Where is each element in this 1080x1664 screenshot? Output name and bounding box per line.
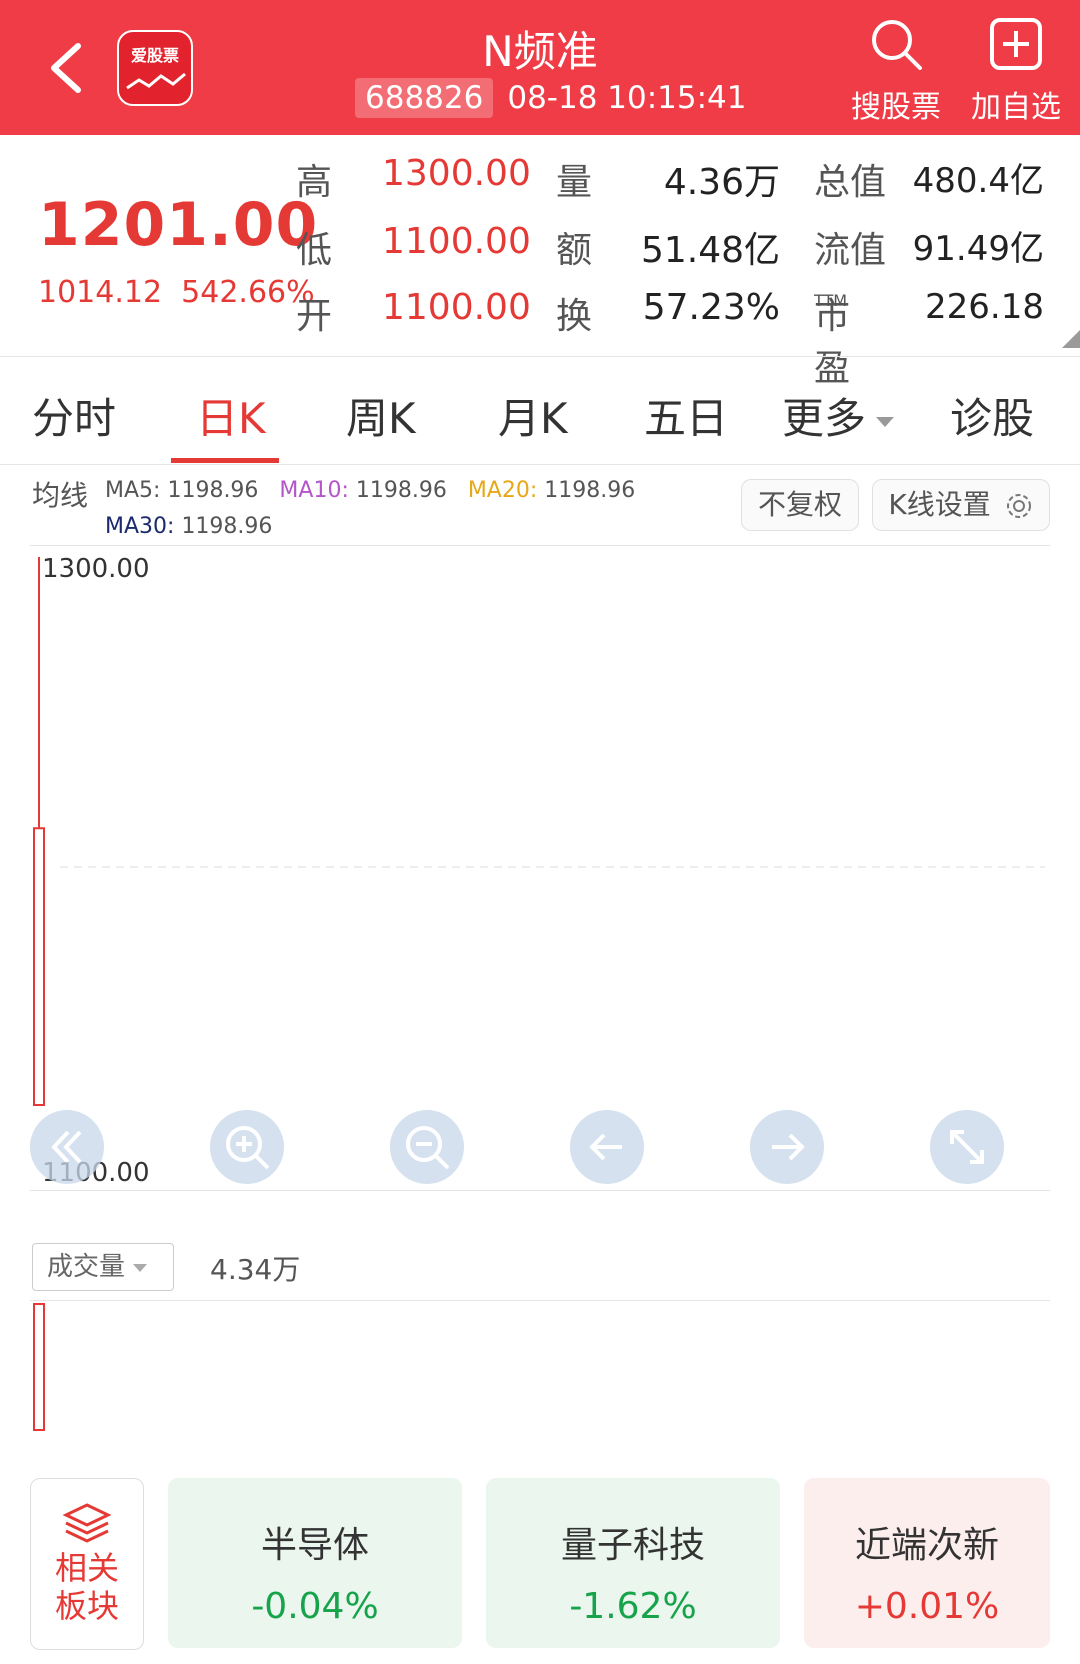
scroll-right-button[interactable] <box>750 1110 824 1184</box>
search-stock-label: 搜股票 <box>851 90 941 125</box>
price-change: 1014.12 542.66% <box>38 275 315 310</box>
period-tabs: 分时 日K 周K 月K 五日 更多 诊股 <box>0 357 1080 465</box>
stat-label: 总值 <box>814 162 887 203</box>
stat-label: 开 <box>296 296 333 337</box>
gear-icon <box>1006 494 1031 518</box>
add-icon <box>990 18 1042 70</box>
sector-change: -0.04% <box>251 1586 379 1627</box>
stock-code: 688826 <box>355 78 494 118</box>
volume-bar <box>33 1303 45 1431</box>
quote-time: 08-18 10:15:41 <box>507 80 747 116</box>
candle-body <box>33 827 45 1106</box>
arrow-right-icon <box>772 1133 805 1161</box>
add-watchlist-label: 加自选 <box>971 90 1061 125</box>
ma30-value: 1198.96 <box>181 514 273 539</box>
stat-value: 4.36万 <box>663 162 780 203</box>
related-label-2: 板块 <box>54 1587 119 1625</box>
change-value: 1014.12 <box>38 275 163 310</box>
sector-change: -1.62% <box>569 1586 697 1627</box>
ma30-label: MA30: <box>105 514 175 539</box>
stat-value: 91.49亿 <box>912 229 1044 269</box>
sector-name: 近端次新 <box>854 1525 999 1566</box>
stock-subtitle: 688826 08-18 10:15:41 <box>355 78 747 118</box>
kline-chart[interactable] <box>0 545 1080 1195</box>
volume-chart <box>33 1303 45 1431</box>
top-bar: 爱股票 N频准 688826 08-18 10:15:41 搜股票 加自选 <box>0 0 1080 135</box>
dropdown-arrow-icon <box>876 416 895 427</box>
current-price: 1201.00 <box>38 190 319 260</box>
search-icon <box>872 20 922 70</box>
stat-label: 量 <box>556 162 593 203</box>
tab-intraday[interactable]: 分时 <box>32 385 116 446</box>
ma5-label: MA5: <box>105 478 161 503</box>
stat-value: 57.23% <box>642 287 780 328</box>
related-sectors-button[interactable]: 相关 板块 <box>30 1478 144 1650</box>
add-watchlist-button[interactable]: 加自选 <box>966 16 1066 126</box>
change-percent: 542.66% <box>181 275 315 310</box>
sector-change: +0.01% <box>854 1586 1000 1627</box>
active-tab-indicator <box>171 458 279 463</box>
stat-label: 高 <box>296 162 333 203</box>
ma5-legend: MA5: 1198.96 MA10: 1198.96 MA20: 1198.96 <box>105 478 635 503</box>
zoom-in-button[interactable] <box>210 1110 284 1184</box>
double-left-icon <box>51 1130 82 1164</box>
tab-weekly-k[interactable]: 周K <box>346 385 416 446</box>
sector-card[interactable]: 近端次新 +0.01% <box>804 1478 1050 1648</box>
sector-card[interactable]: 半导体 -0.04% <box>168 1478 462 1648</box>
stat-value: 480.4亿 <box>912 161 1044 201</box>
zoom-out-icon <box>406 1126 450 1170</box>
volume-value: 4.34万 <box>210 1253 301 1286</box>
ma5-value: 1198.96 <box>167 478 259 503</box>
fullscreen-button[interactable] <box>930 1110 1004 1184</box>
tab-diagnose[interactable]: 诊股 <box>950 385 1034 446</box>
zoom-out-button[interactable] <box>390 1110 464 1184</box>
kline-settings-button[interactable]: K线设置 <box>872 479 1050 531</box>
sector-card[interactable]: 量子科技 -1.62% <box>486 1478 780 1648</box>
stat-label: 低 <box>296 230 333 271</box>
kline-settings-label: K线设置 <box>888 488 991 521</box>
ma10-value: 1198.96 <box>355 478 447 503</box>
stat-value: 1100.00 <box>382 221 531 262</box>
ma30-legend: MA30: 1198.96 <box>105 514 272 539</box>
stat-label: 流值 <box>814 230 887 271</box>
sector-name: 半导体 <box>260 1525 369 1566</box>
stat-value: 226.18 <box>925 287 1044 327</box>
dropdown-arrow-icon <box>133 1263 148 1272</box>
chart-bottom-line <box>30 1190 1050 1191</box>
y-axis-max: 1300.00 <box>42 554 150 584</box>
ma20-label: MA20: <box>467 478 538 503</box>
divider <box>0 464 1080 465</box>
stat-label: 市盈 TTM <box>814 287 850 389</box>
ma-label: 均线 <box>32 479 89 512</box>
tab-monthly-k[interactable]: 月K <box>498 385 568 446</box>
stat-value: 1100.00 <box>382 287 531 328</box>
zoom-in-icon <box>226 1126 270 1170</box>
stat-value: 51.48亿 <box>640 230 780 271</box>
sector-name: 量子科技 <box>560 1525 705 1566</box>
expand-icon <box>950 1130 984 1164</box>
scroll-start-button[interactable] <box>30 1110 104 1184</box>
quote-panel: 1201.00 1014.12 542.66% 高 1300.00 量 4.36… <box>0 135 1080 389</box>
volume-label: 成交量 <box>47 1252 126 1282</box>
search-stock-button[interactable]: 搜股票 <box>846 16 946 126</box>
ma20-value: 1198.96 <box>544 478 636 503</box>
tab-more-label: 更多 <box>782 394 867 443</box>
arrow-left-icon <box>589 1133 622 1161</box>
related-label-1: 相关 <box>54 1549 119 1587</box>
volume-selector[interactable]: 成交量 <box>32 1243 174 1291</box>
tab-daily-k[interactable]: 日K <box>196 385 266 446</box>
layers-icon <box>62 1503 112 1543</box>
tab-more[interactable]: 更多 <box>782 385 895 446</box>
stat-value: 1300.00 <box>382 153 531 194</box>
expand-corner-icon[interactable] <box>1062 330 1080 348</box>
tab-five-day[interactable]: 五日 <box>644 385 728 446</box>
adjust-mode-button[interactable]: 不复权 <box>741 479 859 531</box>
stat-label: 额 <box>556 230 593 271</box>
ma10-label: MA10: <box>279 478 349 503</box>
scroll-left-button[interactable] <box>570 1110 644 1184</box>
stat-label: 换 <box>556 296 593 337</box>
